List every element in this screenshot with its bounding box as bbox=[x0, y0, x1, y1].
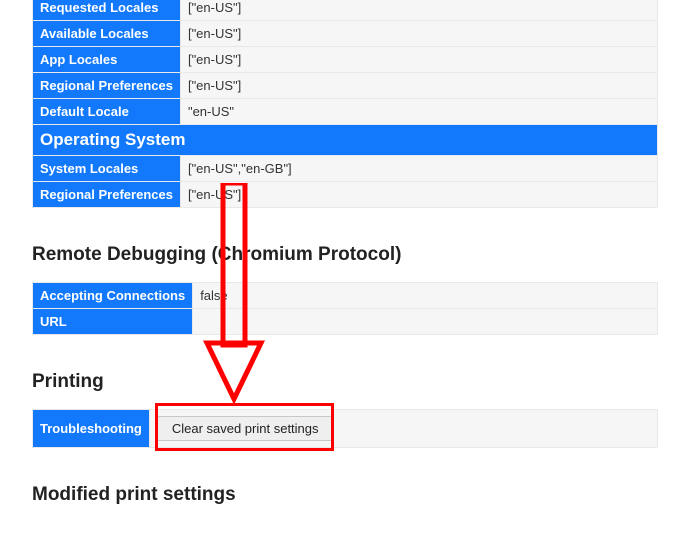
row-default-locale: Default Locale"en-US" bbox=[33, 99, 658, 125]
troubleshooting-label: Troubleshooting bbox=[33, 410, 150, 448]
row-value bbox=[193, 309, 658, 335]
row-app-locales: App Locales["en-US"] bbox=[33, 47, 658, 73]
remote-debug-table: Accepting Connectionsfalse URL bbox=[32, 282, 658, 335]
row-value: false bbox=[193, 283, 658, 309]
row-os-header: Operating System bbox=[33, 125, 658, 156]
row-label: App Locales bbox=[33, 47, 181, 73]
row-value: ["en-US"] bbox=[180, 182, 657, 208]
remote-debug-title: Remote Debugging (Chromium Protocol) bbox=[32, 244, 658, 266]
row-os-regional-preferences: Regional Preferences["en-US"] bbox=[33, 182, 658, 208]
row-system-locales: System Locales["en-US","en-GB"] bbox=[33, 156, 658, 182]
locales-table: Requested Locales["en-US"] Available Loc… bbox=[32, 0, 658, 208]
row-regional-preferences: Regional Preferences["en-US"] bbox=[33, 73, 658, 99]
os-section-header: Operating System bbox=[33, 125, 658, 156]
row-label: System Locales bbox=[33, 156, 181, 182]
row-label: Accepting Connections bbox=[33, 283, 193, 309]
row-value: "en-US" bbox=[180, 99, 657, 125]
printing-title: Printing bbox=[32, 371, 658, 393]
annotation-highlight-box bbox=[155, 403, 334, 451]
row-value: ["en-US"] bbox=[180, 0, 657, 21]
row-requested-locales: Requested Locales["en-US"] bbox=[33, 0, 658, 21]
modified-print-settings-title: Modified print settings bbox=[32, 484, 658, 506]
row-label: Default Locale bbox=[33, 99, 181, 125]
row-label: Available Locales bbox=[33, 21, 181, 47]
row-label: Regional Preferences bbox=[33, 182, 181, 208]
row-available-locales: Available Locales["en-US"] bbox=[33, 21, 658, 47]
row-label: Regional Preferences bbox=[33, 73, 181, 99]
printing-table: Troubleshooting Clear saved print settin… bbox=[32, 409, 658, 448]
row-value: ["en-US","en-GB"] bbox=[180, 156, 657, 182]
row-troubleshooting: Troubleshooting Clear saved print settin… bbox=[33, 410, 658, 448]
row-value: ["en-US"] bbox=[180, 47, 657, 73]
row-label: URL bbox=[33, 309, 193, 335]
row-label: Requested Locales bbox=[33, 0, 181, 21]
row-accepting-connections: Accepting Connectionsfalse bbox=[33, 283, 658, 309]
row-value: ["en-US"] bbox=[180, 21, 657, 47]
row-url: URL bbox=[33, 309, 658, 335]
row-value: ["en-US"] bbox=[180, 73, 657, 99]
